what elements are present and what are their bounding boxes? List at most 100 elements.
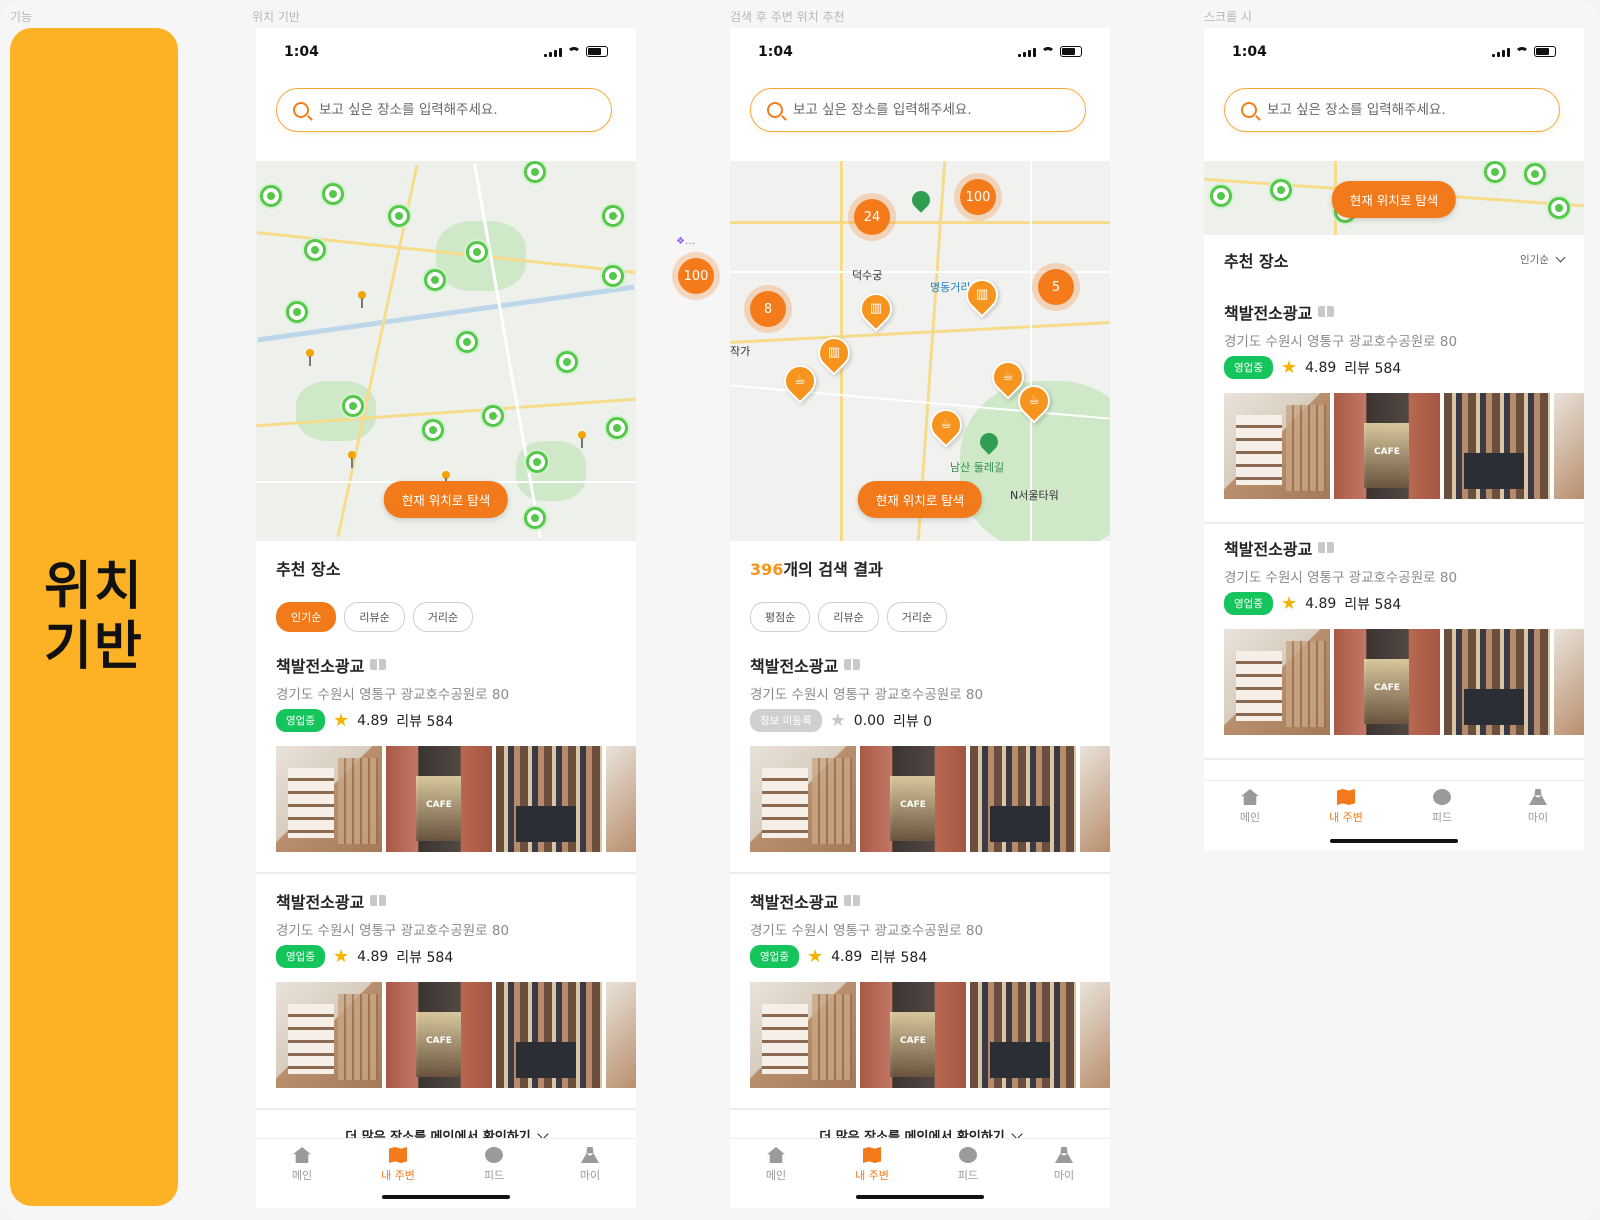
place-photo[interactable] [1334, 629, 1440, 735]
bookmark-icon[interactable] [844, 895, 861, 907]
bookmark-icon[interactable] [370, 895, 387, 907]
map-view[interactable]: 현재 위치로 탐색 [256, 161, 636, 541]
tab-my-label: 마이 [1527, 811, 1549, 824]
bookmark-icon[interactable] [844, 659, 861, 671]
place-card[interactable]: 책발전소광교 경기도 수원시 영통구 광교호수공원로 80 영업중 ★ 4.89… [1204, 536, 1584, 746]
place-photo[interactable] [1080, 746, 1110, 852]
place-photo[interactable] [970, 746, 1076, 852]
map-cluster-marker[interactable]: 24 [854, 199, 890, 235]
result-suffix: 개의 검색 결과 [783, 560, 883, 579]
place-name: 책발전소광교 [1224, 304, 1313, 323]
place-address: 경기도 수원시 영통구 광교호수공원로 80 [276, 923, 510, 939]
photo-strip[interactable] [750, 982, 1110, 1088]
tab-home[interactable]: 메인 [272, 1147, 332, 1183]
place-photo[interactable] [386, 746, 492, 852]
star-icon: ★ [1280, 356, 1298, 378]
chip-distance[interactable]: 거리순 [886, 602, 948, 632]
place-reviews: 리뷰 584 [870, 949, 928, 966]
chip-rating[interactable]: 평점순 [750, 602, 811, 632]
map-view[interactable]: 덕수궁 명동거리 남산 둘레길 N서울타워 작가 24 100 8 5 ▥ ▥ … [730, 161, 1110, 541]
location-marker-icon [908, 187, 934, 213]
sort-label: 인기순 [1520, 254, 1549, 266]
search-bar[interactable] [1224, 88, 1560, 132]
chip-distance[interactable]: 거리순 [412, 602, 474, 632]
place-photo[interactable] [1444, 393, 1550, 499]
battery-icon [586, 46, 608, 57]
place-card[interactable]: 책발전소광교 경기도 수원시 영통구 광교호수공원로 80 영업중 ★ 4.89… [256, 653, 636, 863]
tab-feed[interactable]: 피드 [1412, 789, 1472, 825]
place-photo[interactable] [1334, 393, 1440, 499]
tab-my[interactable]: 마이 [560, 1147, 620, 1183]
place-photo[interactable] [1554, 393, 1584, 499]
place-rating: 4.89 [831, 948, 863, 965]
place-photo[interactable] [386, 982, 492, 1088]
phone-frame-scroll: 1:04 현재 위치로 탐색 추천 장소 인기순 책발전소광교 경기도 수원시 … [1204, 28, 1584, 850]
bookmark-icon[interactable] [1318, 542, 1335, 554]
place-photo[interactable] [860, 746, 966, 852]
tab-feed-label: 피드 [957, 1169, 979, 1182]
place-photo[interactable] [1554, 629, 1584, 735]
place-photo[interactable] [1224, 629, 1330, 735]
star-icon: ★ [332, 709, 350, 731]
status-icons [1492, 46, 1556, 57]
place-photo[interactable] [1080, 982, 1110, 1088]
map-cluster-marker[interactable]: 100 [678, 258, 714, 294]
place-photo[interactable] [276, 746, 382, 852]
chip-review[interactable]: 리뷰순 [818, 602, 879, 632]
tab-my[interactable]: 마이 [1034, 1147, 1094, 1183]
place-photo[interactable] [860, 982, 966, 1088]
bookmark-icon[interactable] [1318, 306, 1335, 318]
map-icon [1337, 789, 1355, 805]
map-view[interactable]: 현재 위치로 탐색 [1204, 161, 1584, 235]
place-photo[interactable] [496, 746, 602, 852]
search-input[interactable] [793, 102, 1063, 118]
place-photo[interactable] [606, 746, 636, 852]
map-cluster-marker[interactable]: 5 [1038, 269, 1074, 305]
search-input[interactable] [319, 102, 589, 118]
place-card[interactable]: 책발전소광교 경기도 수원시 영통구 광교호수공원로 80 정보 미등록 ★ 0… [730, 653, 1110, 863]
tab-feed[interactable]: 피드 [464, 1147, 524, 1183]
place-photo[interactable] [1444, 629, 1550, 735]
tab-my[interactable]: 마이 [1508, 789, 1568, 825]
photo-strip[interactable] [276, 982, 636, 1088]
photo-strip[interactable] [750, 746, 1110, 852]
bookstore-marker[interactable]: ▥ [853, 286, 899, 332]
map-label: 덕수궁 [852, 269, 883, 282]
tab-nearby[interactable]: 내 주변 [842, 1147, 902, 1183]
explore-current-location-button[interactable]: 현재 위치로 탐색 [383, 481, 509, 518]
tab-nearby[interactable]: 내 주변 [1316, 789, 1376, 825]
search-input[interactable] [1267, 102, 1537, 118]
map-cluster-marker[interactable]: 8 [750, 291, 786, 327]
place-photo[interactable] [970, 982, 1076, 1088]
place-photo[interactable] [750, 982, 856, 1088]
explore-current-location-button[interactable]: 현재 위치로 탐색 [1331, 181, 1457, 218]
photo-strip[interactable] [1224, 393, 1584, 499]
place-photo[interactable] [276, 982, 382, 1088]
place-photo[interactable] [606, 982, 636, 1088]
bookmark-icon[interactable] [370, 659, 387, 671]
search-bar[interactable] [276, 88, 612, 132]
divider [730, 872, 1110, 874]
tab-nearby[interactable]: 내 주변 [368, 1147, 428, 1183]
sort-dropdown[interactable]: 인기순 [1520, 252, 1566, 267]
tab-feed[interactable]: 피드 [938, 1147, 998, 1183]
explore-current-location-button[interactable]: 현재 위치로 탐색 [857, 481, 983, 518]
place-photo[interactable] [1224, 393, 1330, 499]
map-icon [863, 1147, 881, 1163]
photo-strip[interactable] [1224, 629, 1584, 735]
place-photo[interactable] [496, 982, 602, 1088]
search-bar[interactable] [750, 88, 1086, 132]
cafe-marker[interactable]: ☕ [777, 358, 823, 404]
tab-home[interactable]: 메인 [746, 1147, 806, 1183]
photo-strip[interactable] [276, 746, 636, 852]
place-card[interactable]: 책발전소광교 경기도 수원시 영통구 광교호수공원로 80 영업중 ★ 4.89… [730, 889, 1110, 1099]
map-cluster-marker[interactable]: 100 [960, 179, 996, 215]
place-card[interactable]: 책발전소광교 경기도 수원시 영통구 광교호수공원로 80 영업중 ★ 4.89… [1204, 300, 1584, 510]
chip-popular[interactable]: 인기순 [276, 602, 337, 632]
chip-review[interactable]: 리뷰순 [344, 602, 405, 632]
place-card[interactable]: 책발전소광교 경기도 수원시 영통구 광교호수공원로 80 영업중 ★ 4.89… [256, 889, 636, 1099]
place-photo[interactable] [750, 746, 856, 852]
home-indicator [856, 1195, 984, 1199]
tab-home[interactable]: 메인 [1220, 789, 1280, 825]
status-icons [1018, 46, 1082, 57]
